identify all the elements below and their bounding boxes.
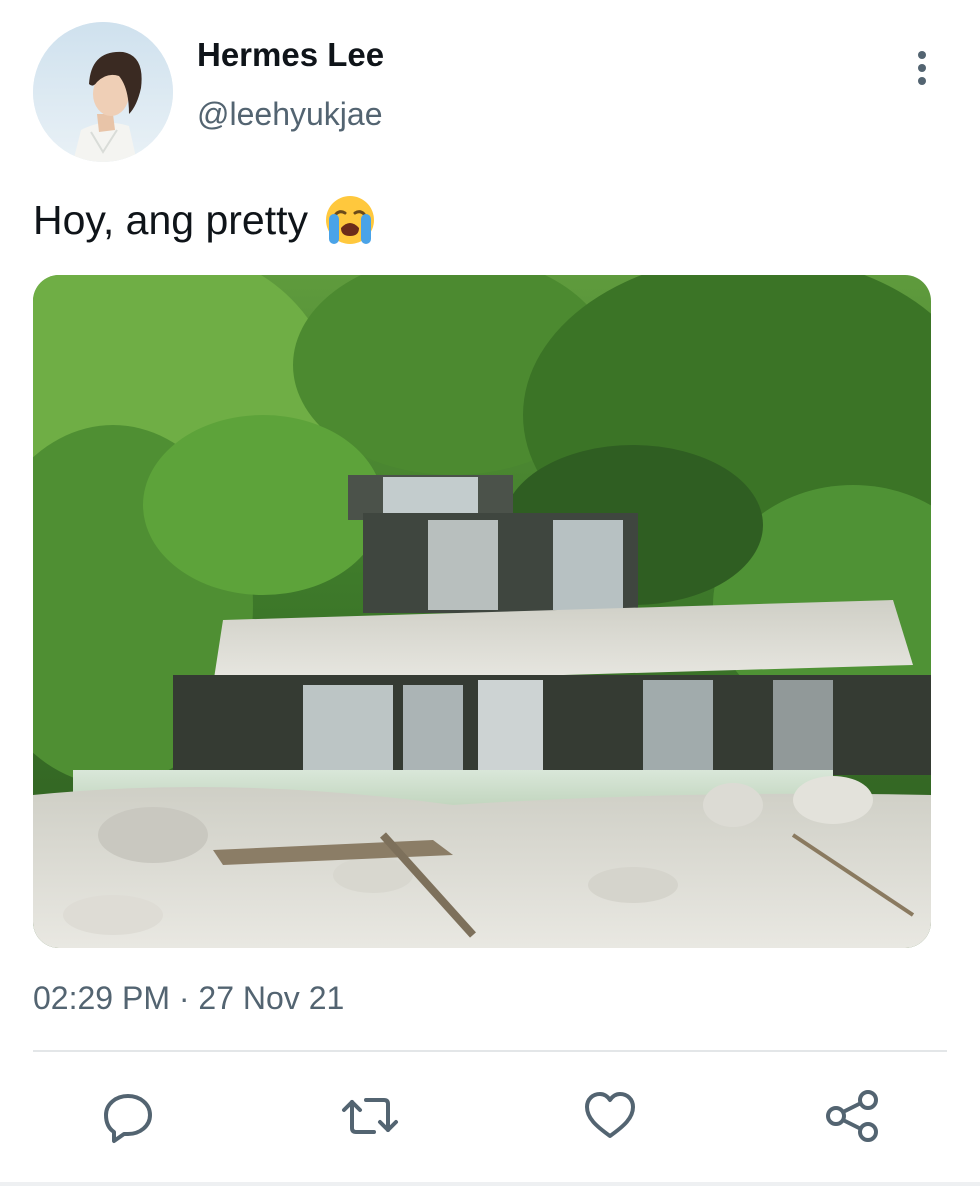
tweet-body: Hoy, ang pretty: [33, 196, 308, 243]
like-icon[interactable]: [582, 1088, 638, 1144]
avatar-image: [33, 22, 173, 162]
loudly-crying-face-icon: [322, 192, 378, 248]
bottom-divider: [0, 1182, 980, 1186]
avatar[interactable]: [33, 22, 173, 162]
waterfall-photo: [33, 275, 931, 948]
author-display-name[interactable]: Hermes Lee: [197, 36, 384, 74]
tweet-timestamp: 02:29 PM · 27 Nov 21: [33, 980, 345, 1016]
more-options-icon[interactable]: [904, 46, 940, 92]
retweet-icon[interactable]: [340, 1088, 398, 1144]
tweet-text: Hoy, ang pretty: [33, 192, 378, 248]
divider: [33, 1050, 947, 1052]
share-icon[interactable]: [824, 1088, 880, 1144]
author-handle[interactable]: @leehyukjae: [197, 96, 382, 133]
reply-icon[interactable]: [100, 1088, 156, 1144]
tweet-media-photo[interactable]: [33, 275, 931, 948]
